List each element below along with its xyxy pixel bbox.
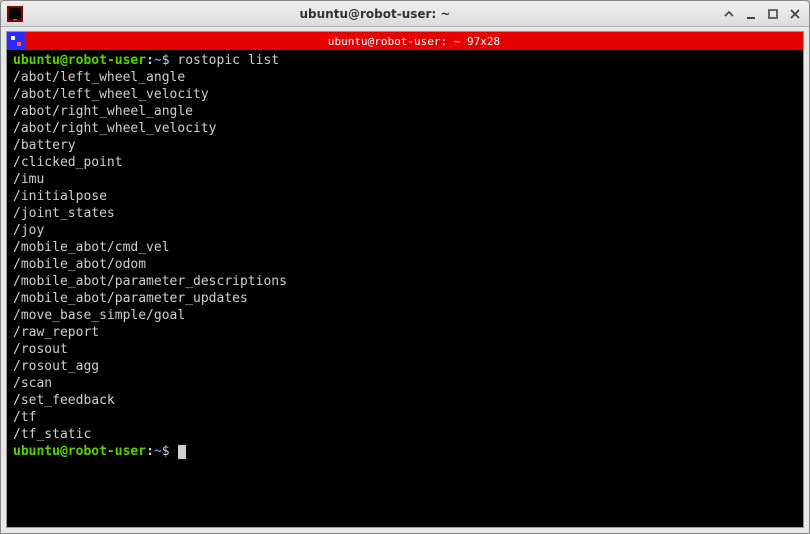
output-line: /move_base_simple/goal <box>13 307 797 324</box>
titlebar[interactable]: _ ubuntu@robot-user: ~ <box>1 1 809 27</box>
prompt-line-2: ubuntu@robot-user:~$ <box>13 443 797 460</box>
prompt-path: ~ <box>154 444 162 459</box>
tab-title: ubuntu@robot-user: ~ 97x28 <box>25 35 803 48</box>
output-line: /abot/right_wheel_angle <box>13 103 797 120</box>
window-controls <box>721 6 803 22</box>
prompt-colon: : <box>146 53 154 68</box>
output-line: /tf <box>13 409 797 426</box>
prompt-line: ubuntu@robot-user:~$ rostopic list <box>13 52 797 69</box>
minimize-button[interactable] <box>743 6 759 22</box>
output-container: /abot/left_wheel_angle/abot/left_wheel_v… <box>13 69 797 443</box>
prompt-path: ~ <box>154 53 162 68</box>
command-text: rostopic list <box>177 53 279 68</box>
app-icon: _ <box>7 6 23 22</box>
prompt-user: ubuntu@robot-user <box>13 444 146 459</box>
close-button[interactable] <box>787 6 803 22</box>
output-line: /joint_states <box>13 205 797 222</box>
output-line: /initialpose <box>13 188 797 205</box>
output-line: /tf_static <box>13 426 797 443</box>
terminal-body[interactable]: ubuntu@robot-user:~$ rostopic list/abot/… <box>7 50 803 527</box>
output-line: /raw_report <box>13 324 797 341</box>
prompt-dollar: $ <box>162 444 170 459</box>
output-line: /abot/right_wheel_velocity <box>13 120 797 137</box>
output-line: /clicked_point <box>13 154 797 171</box>
output-line: /scan <box>13 375 797 392</box>
cursor <box>178 445 186 459</box>
output-line: /rosout_agg <box>13 358 797 375</box>
output-line: /imu <box>13 171 797 188</box>
output-line: /abot/left_wheel_velocity <box>13 86 797 103</box>
prompt-colon: : <box>146 444 154 459</box>
prompt-user: ubuntu@robot-user <box>13 53 146 68</box>
prompt-dollar: $ <box>162 53 170 68</box>
output-line: /mobile_abot/cmd_vel <box>13 239 797 256</box>
terminal-window: _ ubuntu@robot-user: ~ ubuntu@robot-user… <box>0 0 810 534</box>
output-line: /battery <box>13 137 797 154</box>
output-line: /mobile_abot/parameter_descriptions <box>13 273 797 290</box>
output-line: /mobile_abot/odom <box>13 256 797 273</box>
output-line: /abot/left_wheel_angle <box>13 69 797 86</box>
tab-icon <box>7 32 25 50</box>
maximize-button[interactable] <box>765 6 781 22</box>
output-line: /mobile_abot/parameter_updates <box>13 290 797 307</box>
window-title: ubuntu@robot-user: ~ <box>29 7 721 21</box>
output-line: /set_feedback <box>13 392 797 409</box>
rollup-button[interactable] <box>721 6 737 22</box>
tab-bar[interactable]: ubuntu@robot-user: ~ 97x28 <box>7 32 803 50</box>
terminal-wrapper: ubuntu@robot-user: ~ 97x28 ubuntu@robot-… <box>6 31 804 528</box>
output-line: /joy <box>13 222 797 239</box>
output-line: /rosout <box>13 341 797 358</box>
